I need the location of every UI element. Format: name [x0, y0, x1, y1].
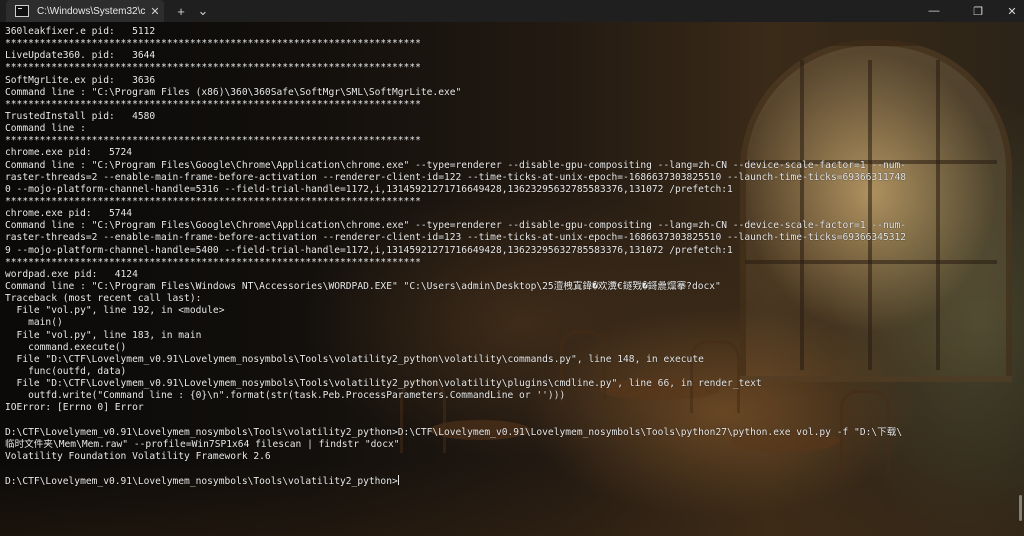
console-line: Command line : "C:\Program Files\Windows… [5, 280, 721, 292]
console-line: TrustedInstall pid: 4580 [5, 110, 156, 122]
console-line: IOError: [Errno 0] Error [5, 402, 144, 414]
console-line: Command line : "C:\Program Files (x86)\3… [5, 86, 462, 98]
console-line: ****************************************… [5, 62, 421, 74]
console-line: File "D:\CTF\Lovelymem_v0.91\Lovelymem_n… [5, 378, 762, 390]
console-line: Command line : [5, 123, 86, 135]
console-line: File "vol.py", line 183, in main [5, 329, 202, 341]
text-cursor [397, 475, 399, 486]
console-line: LiveUpdate360. pid: 3644 [5, 50, 156, 62]
console-line: Command line : "C:\Program Files\Google\… [5, 159, 907, 171]
chevron-down-icon[interactable]: ⌄ [192, 3, 214, 19]
console-line: File "D:\CTF\Lovelymem_v0.91\Lovelymem_n… [5, 353, 704, 365]
console-line: SoftMgrLite.ex pid: 3636 [5, 74, 156, 86]
close-button[interactable]: ✕ [990, 0, 1024, 22]
console-line: 9 --mojo-platform-channel-handle=5400 --… [5, 244, 733, 256]
console-line: chrome.exe pid: 5744 [5, 208, 133, 220]
tab-title: C:\Windows\System32\cmd.e [37, 5, 145, 17]
tab-cmd[interactable]: C:\Windows\System32\cmd.e ✕ [6, 0, 164, 22]
console-line: File "vol.py", line 192, in <module> [5, 305, 225, 317]
console-line: ****************************************… [5, 195, 421, 207]
console-line: ****************************************… [5, 98, 421, 110]
tab-close-icon[interactable]: ✕ [149, 5, 161, 18]
new-tab-button[interactable]: + [170, 4, 192, 19]
console-line: wordpad.exe pid: 4124 [5, 268, 138, 280]
console-line: chrome.exe pid: 5724 [5, 147, 133, 159]
console-line: ****************************************… [5, 135, 421, 147]
console-line: raster-threads=2 --enable-main-frame-bef… [5, 171, 907, 183]
console-line: Traceback (most recent call last): [5, 293, 202, 305]
minimize-button[interactable]: — [912, 0, 956, 22]
console-line: Volatility Foundation Volatility Framewo… [5, 450, 271, 462]
console-line: main() [5, 317, 63, 329]
console-line: raster-threads=2 --enable-main-frame-bef… [5, 232, 907, 244]
console-line: ****************************************… [5, 256, 421, 268]
console-line: ****************************************… [5, 38, 421, 50]
console-line: func(outfd, data) [5, 365, 127, 377]
terminal-icon [15, 5, 29, 17]
console-line: outfd.write("Command line : {0}\n".forma… [5, 390, 566, 402]
console-line: 0 --mojo-platform-channel-handle=5316 --… [5, 183, 733, 195]
console-line: D:\CTF\Lovelymem_v0.91\Lovelymem_nosymbo… [5, 426, 903, 438]
terminal-window: C:\Windows\System32\cmd.e ✕ + ⌄ — ❐ ✕ 36… [0, 0, 1024, 536]
console-line: 临时文件夹\Mem\Mem.raw" --profile=Win7SP1x64 … [5, 438, 400, 450]
console-line: Command line : "C:\Program Files\Google\… [5, 220, 907, 232]
console-output[interactable]: 360leakfixer.e pid: 5112 ****************… [5, 26, 1013, 526]
console-line: 360leakfixer.e pid: 5112 [5, 26, 156, 37]
console-line: command.execute() [5, 341, 127, 353]
title-bar: C:\Windows\System32\cmd.e ✕ + ⌄ — ❐ ✕ [0, 0, 1024, 22]
console-line: D:\CTF\Lovelymem_v0.91\Lovelymem_nosymbo… [5, 475, 399, 488]
scrollbar-thumb[interactable] [1019, 495, 1022, 521]
